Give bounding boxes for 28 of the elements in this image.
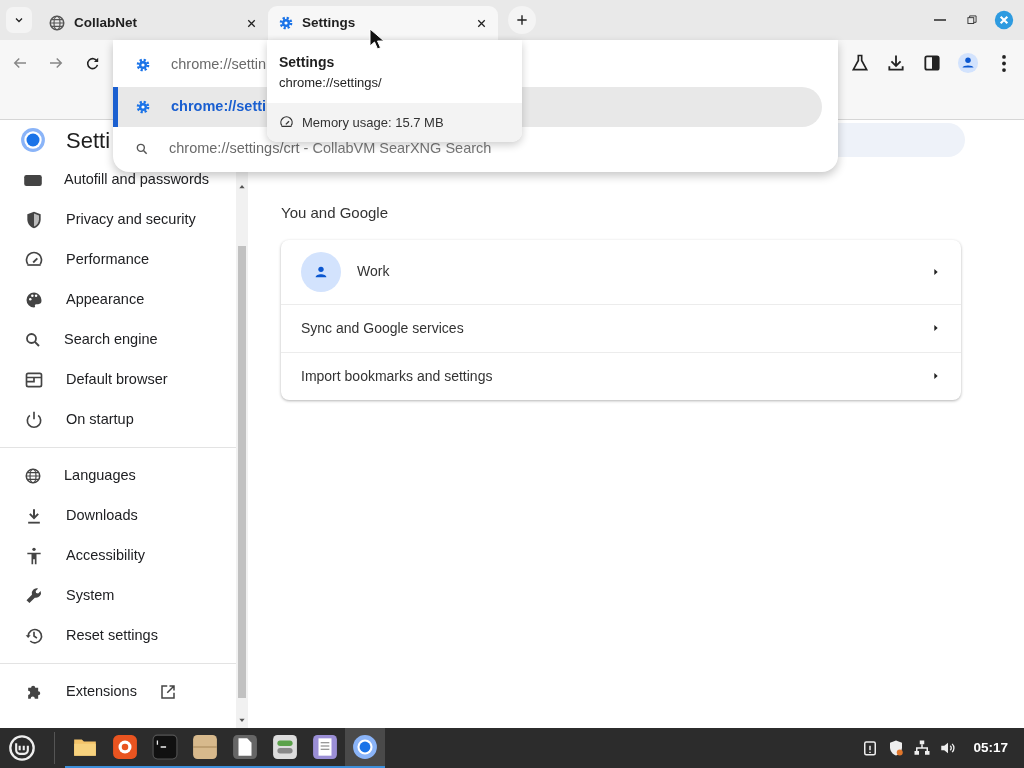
sidebar-item[interactable]: Accessibility bbox=[0, 536, 236, 576]
card-title: Settings bbox=[279, 53, 336, 72]
sidebar-item[interactable]: System bbox=[0, 576, 236, 616]
section-title: You and Google bbox=[281, 203, 390, 223]
tab-title: CollabNet bbox=[74, 13, 138, 32]
browser-tab[interactable]: CollabNet bbox=[38, 6, 268, 40]
sidebar-item[interactable]: Downloads bbox=[0, 496, 236, 536]
tab-title: Settings bbox=[302, 13, 357, 32]
sidebar-item[interactable]: Reset settings bbox=[0, 616, 236, 656]
settings-row[interactable]: Sync and Google services bbox=[281, 303, 961, 352]
sidebar-item[interactable]: Privacy and security bbox=[0, 200, 236, 240]
settings-row[interactable]: Import bookmarks and settings bbox=[281, 351, 961, 400]
sidebar-item[interactable]: Extensions bbox=[0, 672, 236, 712]
suggestion-text[interactable]: chrome://settings/crt - CollabVM SearXNG Search bbox=[169, 138, 492, 160]
memory-usage: Memory usage: 15.7 MB bbox=[302, 113, 444, 132]
card-url: chrome://settings/ bbox=[279, 74, 383, 92]
browser-tab[interactable]: Settings bbox=[268, 6, 498, 40]
sidebar-item[interactable]: Performance bbox=[0, 240, 236, 280]
sidebar-item[interactable]: On startup bbox=[0, 400, 236, 440]
sidebar-item[interactable]: Default browser bbox=[0, 360, 236, 400]
sidebar-item[interactable]: Search engine bbox=[0, 320, 236, 360]
sidebar-item[interactable]: Languages bbox=[0, 456, 236, 496]
page-title: Setti bbox=[66, 126, 111, 155]
sidebar-item[interactable]: Autofill and passwords bbox=[0, 160, 236, 200]
settings-row[interactable]: Work bbox=[281, 239, 961, 304]
clock: 05:17 bbox=[973, 738, 1008, 757]
suggestion-text[interactable]: chrome://settin bbox=[171, 54, 267, 76]
sidebar-item[interactable]: Appearance bbox=[0, 280, 236, 320]
